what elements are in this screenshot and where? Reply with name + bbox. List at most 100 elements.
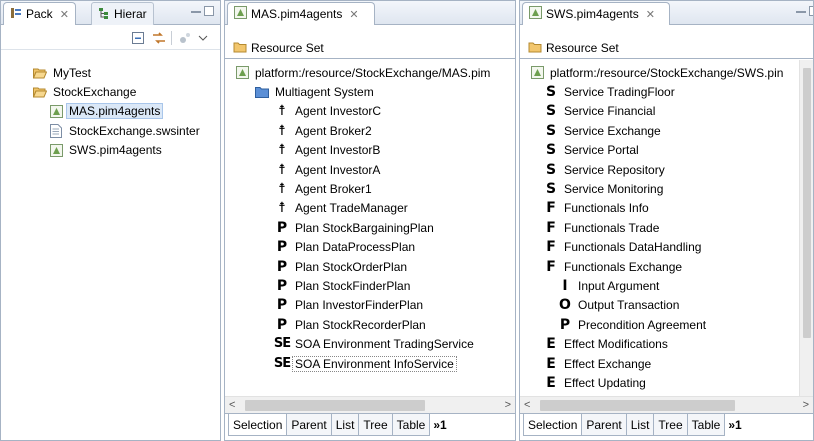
tab-hierarchy[interactable]: Hierar (91, 2, 154, 25)
view-tab-parent[interactable]: Parent (286, 414, 332, 436)
minimize-icon[interactable] (796, 9, 806, 13)
tree-item[interactable]: I Input Argument (520, 276, 799, 295)
tree-item[interactable]: F Functionals Trade (520, 218, 799, 237)
agent-icon: ☨ (278, 122, 286, 139)
tree-item[interactable]: ☨ Agent InvestorB (225, 141, 515, 160)
tree-item[interactable]: SE SOA Environment TradingService (225, 334, 515, 353)
tree-item-label: Service Portal (564, 143, 639, 158)
horizontal-scrollbar[interactable]: < > (520, 396, 813, 413)
agent-icon: ☨ (278, 142, 286, 159)
tree-item[interactable]: ☨ Agent InvestorC (225, 102, 515, 121)
tree-item[interactable]: P Plan StockRecorderPlan (225, 315, 515, 334)
tree-item[interactable]: P Plan StockFinderPlan (225, 276, 515, 295)
tree-item-label: Agent InvestorA (295, 162, 381, 177)
scroll-left-icon[interactable]: < (229, 399, 235, 411)
tree-item[interactable]: StockExchange.swsinter (1, 121, 220, 140)
text-file-icon (49, 123, 63, 138)
tree-item[interactable]: E Effect Exchange (520, 354, 799, 373)
view-tab-tree[interactable]: Tree (358, 414, 393, 436)
package-explorer-tree: MyTest StockExchange MAS.pim4agents StockEx… (1, 63, 220, 160)
view-tab-list[interactable]: List (330, 414, 360, 436)
view-tab-selection[interactable]: Selection (523, 414, 583, 436)
tree-item[interactable]: S Service Repository (520, 160, 799, 179)
vertical-scrollbar[interactable] (799, 60, 813, 396)
collapse-all-icon[interactable] (131, 31, 145, 45)
view-tab-selection[interactable]: Selection (228, 414, 288, 436)
model-file-icon (529, 6, 542, 22)
service-icon: S (545, 181, 557, 198)
tree-item[interactable]: P Plan StockOrderPlan (225, 257, 515, 276)
tree-item[interactable]: SE SOA Environment InfoService (225, 354, 515, 373)
tree-item[interactable]: MAS.pim4agents (1, 102, 220, 121)
close-icon[interactable]: ✕ (60, 8, 69, 21)
tree-item-label: Plan StockBargainingPlan (295, 220, 434, 235)
sws-editor-tabstrip: SWS.pim4agents ✕ (520, 1, 813, 25)
scroll-right-icon[interactable]: > (803, 399, 809, 411)
view-tab-list[interactable]: List (625, 414, 655, 436)
view-tab-table[interactable]: Table (391, 414, 431, 436)
agent-icon: ☨ (278, 161, 286, 178)
tab-mas-pim4agents[interactable]: MAS.pim4agents ✕ (227, 2, 375, 25)
tree-item[interactable]: S Service Monitoring (520, 179, 799, 198)
tree-item[interactable]: P Plan InvestorFinderPlan (225, 296, 515, 315)
tree-item[interactable]: S Service TradingFloor (520, 82, 799, 101)
tree-item[interactable]: S Service Financial (520, 102, 799, 121)
horizontal-scrollbar[interactable]: < > (225, 396, 515, 413)
tree-item-label: Effect Updating (564, 375, 646, 390)
tree-item[interactable]: ☨ Agent InvestorA (225, 160, 515, 179)
effect-icon: E (546, 374, 556, 391)
tree-item-label: Plan StockRecorderPlan (295, 317, 426, 332)
toolbar-divider (171, 30, 172, 45)
maximize-icon[interactable] (204, 6, 214, 16)
tree-item[interactable]: Multiagent System (225, 82, 515, 101)
tree-item[interactable]: P Plan DataProcessPlan (225, 238, 515, 257)
view-menu-icon[interactable] (198, 31, 212, 45)
tab-label: SWS.pim4agents (546, 7, 639, 21)
tree-item[interactable]: P Precondition Agreement (520, 315, 799, 334)
more-tabs-button[interactable]: »1 (724, 414, 745, 436)
folder-icon (255, 85, 269, 99)
tree-item[interactable]: SWS.pim4agents (1, 141, 220, 160)
close-icon[interactable]: ✕ (646, 8, 655, 21)
close-icon[interactable]: ✕ (349, 8, 358, 21)
scroll-thumb[interactable] (803, 68, 811, 338)
tree-item[interactable]: P Plan StockBargainingPlan (225, 218, 515, 237)
window-controls (796, 6, 813, 16)
tab-sws-pim4agents[interactable]: SWS.pim4agents ✕ (522, 2, 670, 25)
maximize-icon[interactable] (809, 6, 813, 16)
tree-item[interactable]: MyTest (1, 63, 220, 82)
soa-environment-icon: SE (273, 336, 291, 352)
tree-item-label: Precondition Agreement (578, 317, 707, 332)
tree-item[interactable]: E Effect Updating (520, 373, 799, 392)
tree-item[interactable]: E Effect Modifications (520, 334, 799, 353)
tree-item-label: platform:/resource/StockExchange/SWS.pin (550, 65, 784, 80)
tree-item-label: Effect Modifications (564, 337, 668, 352)
tree-item[interactable]: ☨ Agent Broker2 (225, 121, 515, 140)
scroll-right-icon[interactable]: > (505, 399, 511, 411)
mas-model-tree: platform:/resource/StockExchange/MAS.pim… (225, 63, 515, 373)
tree-item[interactable]: S Service Portal (520, 141, 799, 160)
tree-item[interactable]: F Functionals Info (520, 199, 799, 218)
focus-icon[interactable] (178, 31, 192, 45)
view-tab-table[interactable]: Table (686, 414, 726, 436)
tree-item[interactable]: ☨ Agent Broker1 (225, 179, 515, 198)
tree-item[interactable]: platform:/resource/StockExchange/SWS.pin (520, 63, 799, 82)
minimize-icon[interactable] (191, 9, 201, 13)
tree-item[interactable]: F Functionals DataHandling (520, 238, 799, 257)
tree-item[interactable]: O Output Transaction (520, 296, 799, 315)
tree-item-label: SWS.pim4agents (69, 143, 162, 158)
more-tabs-button[interactable]: »1 (429, 414, 450, 436)
view-tab-parent[interactable]: Parent (581, 414, 627, 436)
scroll-left-icon[interactable]: < (524, 399, 530, 411)
tree-item-label: Plan StockFinderPlan (295, 278, 411, 293)
scroll-thumb[interactable] (245, 400, 425, 411)
tree-item[interactable]: StockExchange (1, 82, 220, 101)
tab-package-explorer[interactable]: Pack ✕ (3, 2, 76, 25)
tree-item[interactable]: S Service Exchange (520, 121, 799, 140)
tree-item[interactable]: F Functionals Exchange (520, 257, 799, 276)
tree-item[interactable]: ☨ Agent TradeManager (225, 199, 515, 218)
link-with-editor-icon[interactable] (151, 31, 165, 45)
scroll-thumb[interactable] (540, 400, 735, 411)
tree-item[interactable]: platform:/resource/StockExchange/MAS.pim (225, 63, 515, 82)
view-tab-tree[interactable]: Tree (653, 414, 688, 436)
